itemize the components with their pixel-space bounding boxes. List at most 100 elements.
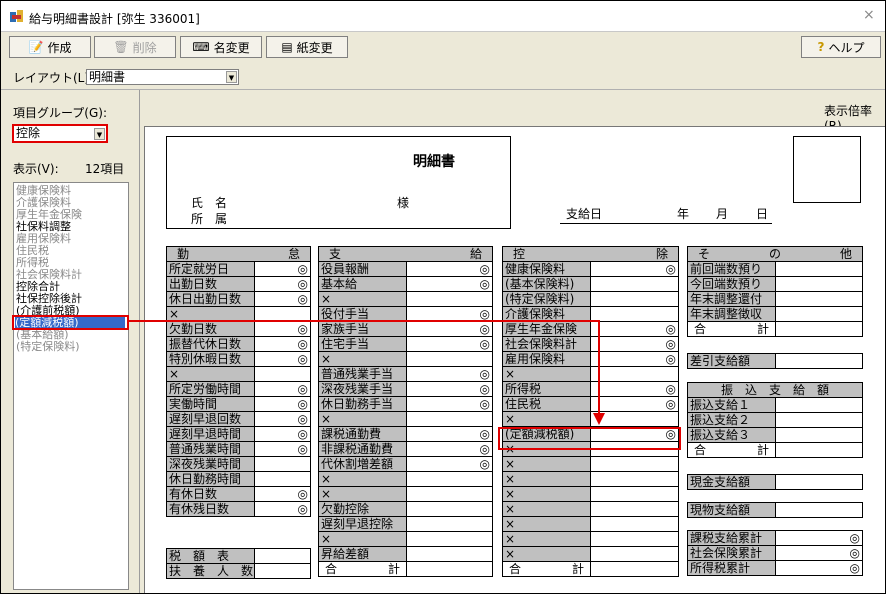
value-cell[interactable]: [254, 548, 311, 564]
value-cell[interactable]: [406, 471, 493, 487]
table-row[interactable]: (定額減税額) ◎: [502, 426, 679, 442]
value-cell[interactable]: [406, 561, 493, 577]
field-label[interactable]: 合計: [318, 561, 407, 577]
field-label[interactable]: ×: [166, 366, 255, 382]
value-cell[interactable]: [406, 501, 493, 517]
table-row[interactable]: 社会保険累計 ◎: [687, 545, 863, 561]
table-row[interactable]: ×: [502, 441, 679, 457]
field-label[interactable]: 雇用保険料: [502, 351, 591, 367]
table-row[interactable]: ×: [318, 531, 493, 547]
table-row[interactable]: 家族手当 ◎: [318, 321, 493, 337]
field-label[interactable]: 有休日数: [166, 486, 255, 502]
table-row[interactable]: 深夜残業時間: [166, 456, 311, 472]
table-row[interactable]: ×: [502, 456, 679, 472]
rename-button[interactable]: ⌨ 名変更: [180, 36, 262, 58]
field-label[interactable]: ×: [318, 351, 407, 367]
table-row[interactable]: (特定保険料): [502, 291, 679, 307]
circle-icon[interactable]: ◎: [254, 321, 311, 337]
value-cell[interactable]: [774, 427, 864, 443]
table-row[interactable]: 合計: [687, 442, 864, 458]
table-row[interactable]: ×: [318, 351, 493, 367]
table-row[interactable]: 昇給差額: [318, 546, 493, 562]
field-label[interactable]: 特別休暇日数: [166, 351, 255, 367]
table-row[interactable]: ×: [502, 516, 679, 532]
field-label[interactable]: 振込支給３: [687, 427, 776, 443]
field-label[interactable]: 合計: [687, 442, 776, 458]
field-label[interactable]: ×: [318, 471, 407, 487]
table-row[interactable]: ×: [502, 531, 679, 547]
value-cell[interactable]: [254, 563, 311, 579]
field-label[interactable]: 健康保険料: [502, 261, 591, 277]
table-row[interactable]: ×: [502, 486, 679, 502]
value-cell[interactable]: [254, 471, 311, 487]
circle-icon[interactable]: ◎: [254, 261, 311, 277]
table-row[interactable]: 課税通勤費 ◎: [318, 426, 493, 442]
circle-icon[interactable]: ◎: [590, 396, 679, 412]
circle-icon[interactable]: ◎: [775, 530, 863, 546]
table-row[interactable]: ×: [318, 471, 493, 487]
circle-icon[interactable]: ◎: [775, 560, 863, 576]
table-row[interactable]: 住民税 ◎: [502, 396, 679, 412]
field-label[interactable]: 今回端数預り: [687, 276, 776, 292]
table-row[interactable]: 代休割増差額 ◎: [318, 456, 493, 472]
table-row[interactable]: 特別休暇日数 ◎: [166, 351, 311, 367]
circle-icon[interactable]: ◎: [406, 306, 493, 322]
field-label[interactable]: 遅刻早退回数: [166, 411, 255, 427]
circle-icon[interactable]: ◎: [590, 381, 679, 397]
field-label[interactable]: 出勤日数: [166, 276, 255, 292]
circle-icon[interactable]: ◎: [590, 321, 679, 337]
table-row[interactable]: 出勤日数 ◎: [166, 276, 311, 292]
circle-icon[interactable]: ◎: [590, 261, 679, 277]
field-label[interactable]: 合計: [502, 561, 591, 577]
value-cell[interactable]: [774, 261, 864, 277]
table-row[interactable]: 普通残業時間 ◎: [166, 441, 311, 457]
table-row[interactable]: ×: [166, 306, 311, 322]
table-row[interactable]: 普通残業手当 ◎: [318, 366, 493, 382]
circle-icon[interactable]: ◎: [406, 366, 493, 382]
field-label[interactable]: 所得税累計: [687, 560, 776, 576]
field-label[interactable]: 扶 養 人 数: [166, 563, 255, 579]
field-label[interactable]: 基本給: [318, 276, 407, 292]
field-label[interactable]: 欠勤控除: [318, 501, 407, 517]
table-row[interactable]: 現金支給額: [687, 474, 863, 490]
table-row[interactable]: 実働時間 ◎: [166, 396, 311, 412]
field-label[interactable]: ×: [502, 501, 591, 517]
table-row[interactable]: 所得税 ◎: [502, 381, 679, 397]
circle-icon[interactable]: ◎: [254, 426, 311, 442]
value-cell[interactable]: [406, 531, 493, 547]
value-cell[interactable]: [590, 456, 679, 472]
table-row[interactable]: 合計: [502, 561, 679, 577]
value-cell[interactable]: [406, 486, 493, 502]
circle-icon[interactable]: ◎: [254, 441, 311, 457]
table-row[interactable]: ×: [502, 411, 679, 427]
value-cell[interactable]: [590, 516, 679, 532]
close-icon[interactable]: ×: [863, 7, 883, 25]
list-item[interactable]: (特定保険料): [16, 341, 80, 353]
dropdown-arrow-icon[interactable]: ▼: [226, 71, 237, 83]
circle-icon[interactable]: ◎: [254, 486, 311, 502]
field-label[interactable]: 深夜残業手当: [318, 381, 407, 397]
field-label[interactable]: 所定就労日: [166, 261, 255, 277]
field-label[interactable]: 税 額 表: [166, 548, 255, 564]
field-label[interactable]: ×: [502, 531, 591, 547]
field-label[interactable]: 休日出勤日数: [166, 291, 255, 307]
field-label[interactable]: 代休割増差額: [318, 456, 407, 472]
field-label[interactable]: 役員報酬: [318, 261, 407, 277]
table-row[interactable]: 所定就労日 ◎: [166, 261, 311, 277]
circle-icon[interactable]: ◎: [254, 411, 311, 427]
field-label[interactable]: 介護保険料: [502, 306, 591, 322]
table-row[interactable]: 役付手当 ◎: [318, 306, 493, 322]
field-label[interactable]: 現金支給額: [687, 474, 776, 490]
table-row[interactable]: 合計: [318, 561, 493, 577]
field-label[interactable]: 振込支給２: [687, 412, 776, 428]
field-label[interactable]: 年末調整徴収: [687, 306, 776, 322]
table-row[interactable]: ×: [502, 366, 679, 382]
field-label[interactable]: 住民税: [502, 396, 591, 412]
field-label[interactable]: ×: [318, 291, 407, 307]
field-label[interactable]: ×: [318, 531, 407, 547]
delete-button[interactable]: 🗑 削除: [94, 36, 176, 58]
circle-icon[interactable]: ◎: [254, 336, 311, 352]
field-label[interactable]: ×: [502, 441, 591, 457]
item-list[interactable]: 健康保険料 介護保険料 厚生年金保険 社保料調整 雇用保険料 住民税 所得税 社会保険料計 控除…: [13, 182, 129, 590]
table-row[interactable]: 基本給 ◎: [318, 276, 493, 292]
